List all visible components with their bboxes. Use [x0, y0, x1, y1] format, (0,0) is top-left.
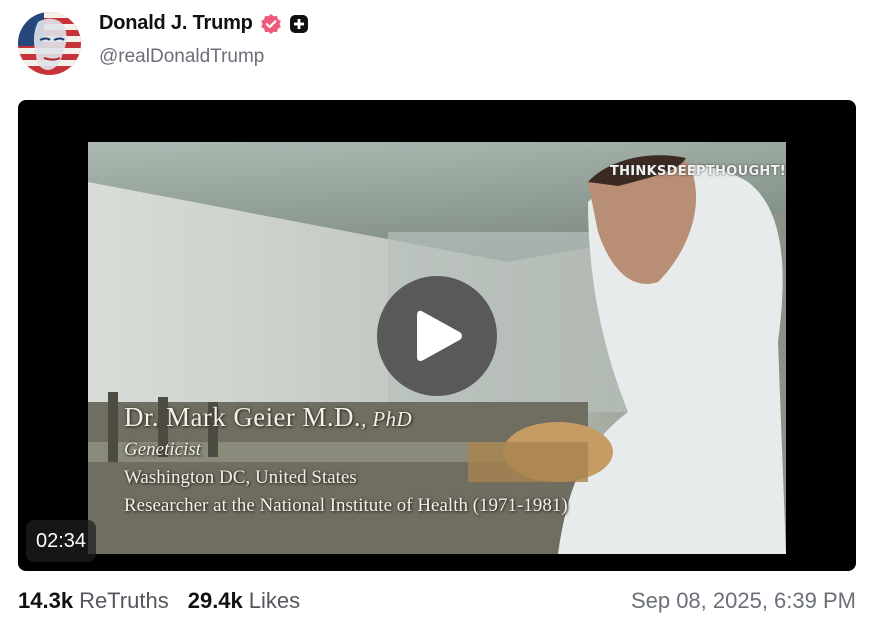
- avatar[interactable]: [18, 11, 81, 75]
- video-watermark: THINKSDEEPTHOUGHT!: [609, 164, 786, 179]
- likes-label: Likes: [248, 588, 301, 613]
- video-duration: 02:34: [26, 520, 97, 562]
- play-icon: [417, 310, 462, 361]
- caption-title: Geneticist: [124, 439, 202, 460]
- retruths-label: ReTruths: [79, 588, 169, 613]
- likes-stat[interactable]: 29.4k Likes: [188, 588, 300, 614]
- name-row: Donald J. Trump: [99, 12, 309, 35]
- post-timestamp[interactable]: Sep 08, 2025, 6:39 PM: [631, 588, 856, 614]
- video-caption: Dr. Mark Geier M.D., PhD Geneticist Wash…: [124, 402, 568, 517]
- author-names: Donald J. Trump @realDonaldTrump: [99, 12, 309, 68]
- caption-location: Washington DC, United States: [124, 467, 357, 488]
- retruths-count: 14.3k: [18, 588, 74, 613]
- post-header: Donald J. Trump @realDonaldTrump: [18, 10, 309, 76]
- play-button[interactable]: [377, 276, 497, 396]
- caption-name-line: Dr. Mark Geier M.D., PhD: [124, 402, 568, 433]
- display-name[interactable]: Donald J. Trump: [99, 12, 253, 35]
- caption-role: Researcher at the National Institute of …: [124, 495, 568, 516]
- author-handle[interactable]: @realDonaldTrump: [99, 46, 309, 68]
- verified-badge-icon: [260, 13, 282, 35]
- avatar-image: [18, 11, 81, 75]
- post-footer: 14.3k ReTruths 29.4k Likes Sep 08, 2025,…: [18, 586, 856, 616]
- likes-count: 29.4k: [187, 588, 243, 613]
- retruths-stat[interactable]: 14.3k ReTruths: [18, 588, 169, 614]
- caption-degree: , PhD: [361, 407, 413, 431]
- caption-name: Dr. Mark Geier M.D.: [124, 402, 362, 432]
- video-player[interactable]: THINKSDEEPTHOUGHT! Dr. Mark Geier M.D., …: [18, 100, 856, 571]
- plus-badge-icon: [289, 14, 309, 34]
